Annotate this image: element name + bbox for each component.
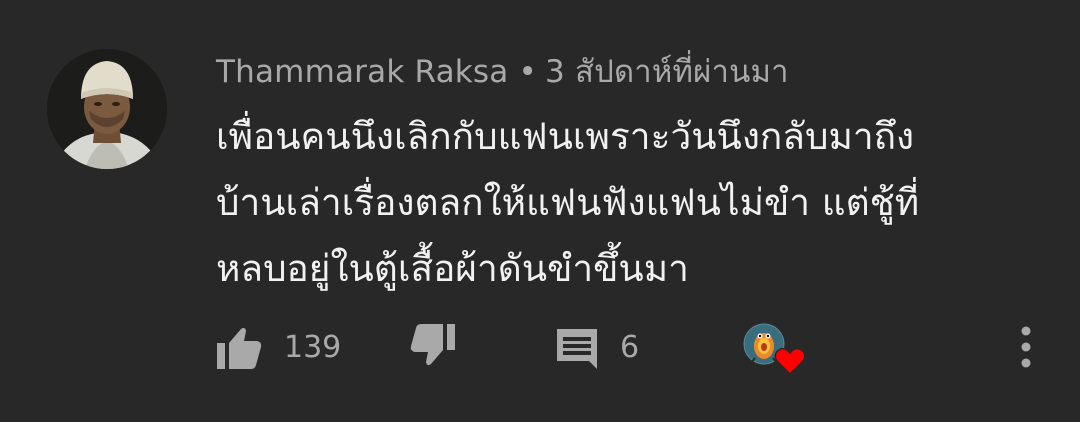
- creator-heart[interactable]: [742, 322, 806, 378]
- meta-separator: •: [518, 54, 537, 90]
- avatar[interactable]: [47, 49, 167, 169]
- avatar-image: [47, 49, 167, 169]
- comment-text-line: บ้านเล่าเรื่องตลกให้แฟนฟังแฟนไม่ขำ แต่ชู…: [216, 181, 920, 224]
- comment-text-line: เพื่อนคนนึงเลิกกับแฟนเพราะวันนึงกลับมาถึ…: [216, 115, 915, 158]
- thumbs-up-icon: [217, 327, 262, 369]
- comment-text-line: หลบอยู่ในตู้เสื้อผ้าดันขำขึ้นมา: [216, 247, 689, 290]
- heart-icon: [774, 347, 806, 376]
- more-options-button[interactable]: [1010, 324, 1042, 370]
- thumbs-down-icon: [410, 324, 455, 366]
- comment-header: Thammarak Raksa • 3 สัปดาห์ที่ผ่านมา: [216, 46, 789, 96]
- author-name[interactable]: Thammarak Raksa: [216, 54, 508, 90]
- more-vertical-icon: [1021, 326, 1031, 368]
- like-count: 139: [284, 330, 342, 365]
- reply-button[interactable]: 6: [555, 322, 639, 374]
- comment-icon: [557, 329, 597, 369]
- comment-card: Thammarak Raksa • 3 สัปดาห์ที่ผ่านมา เพื่อ…: [0, 0, 1080, 422]
- like-button[interactable]: 139: [215, 322, 341, 374]
- comment-text: เพื่อนคนนึงเลิกกับแฟนเพราะวันนึงกลับมาถึ…: [216, 104, 1036, 302]
- comment-timestamp[interactable]: 3 สัปดาห์ที่ผ่านมา: [545, 54, 789, 90]
- dislike-button[interactable]: [409, 322, 457, 368]
- reply-count: 6: [620, 330, 640, 365]
